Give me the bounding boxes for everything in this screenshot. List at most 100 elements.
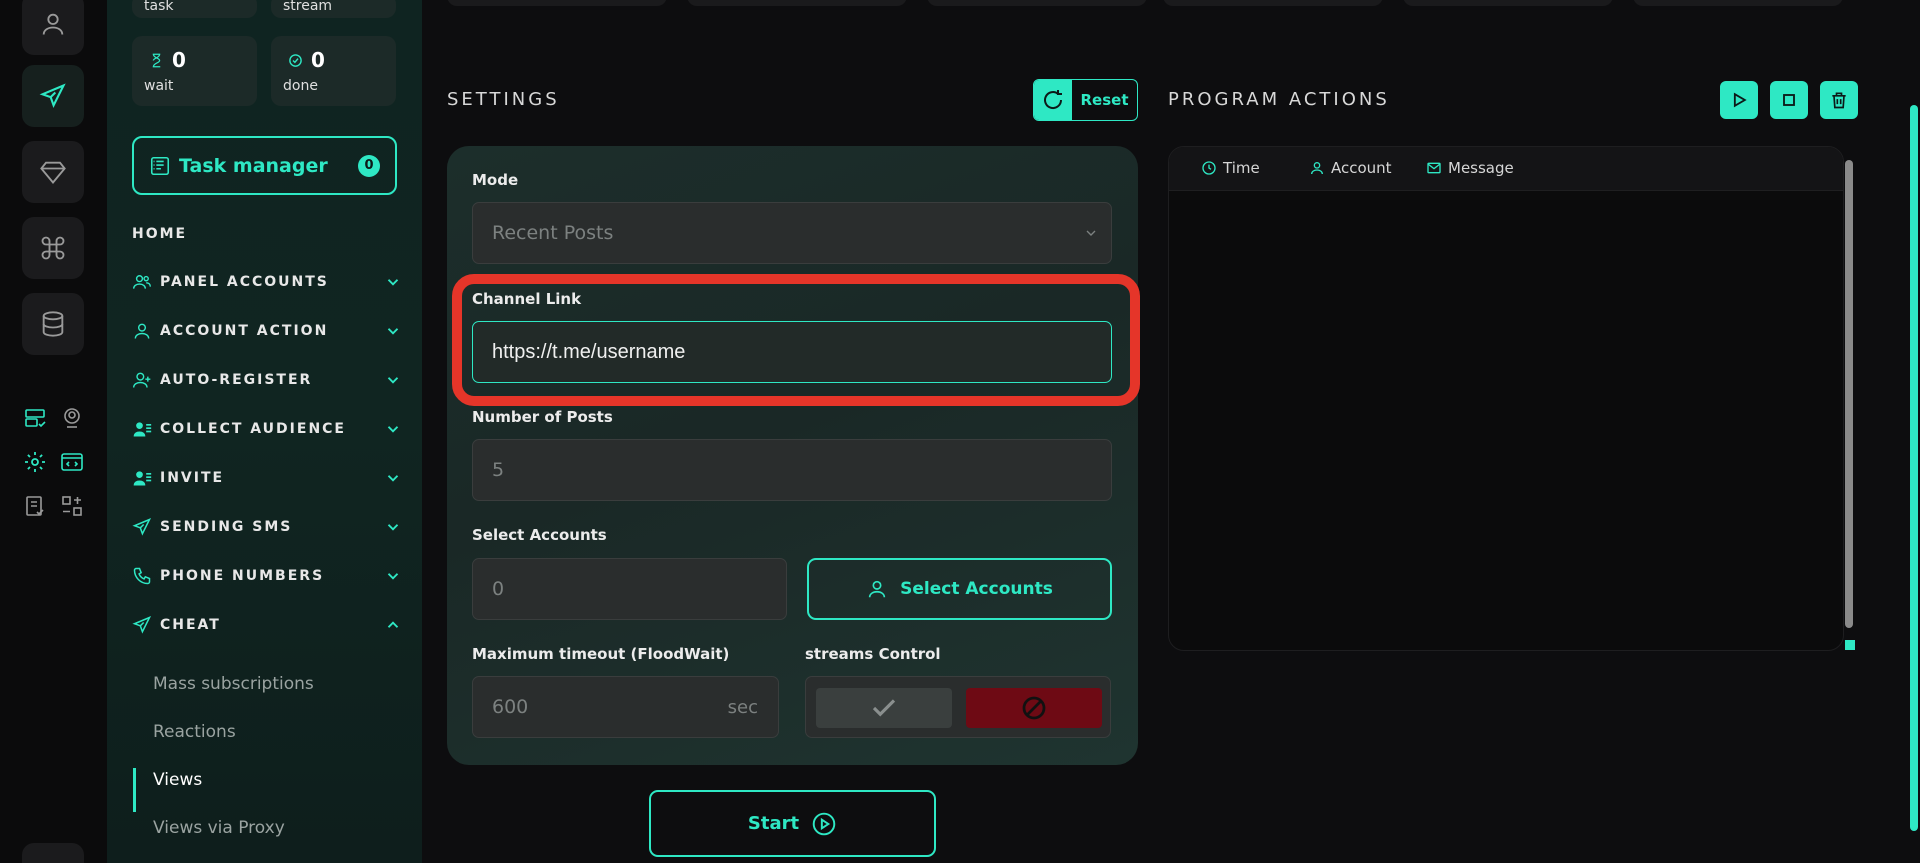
nav-label: ACCOUNT ACTION — [160, 323, 329, 339]
send-icon — [132, 616, 152, 634]
message-column-label: Message — [1448, 159, 1514, 177]
top-card — [687, 0, 907, 6]
send-rail-button[interactable] — [22, 65, 84, 127]
nav-account-action[interactable]: ACCOUNT ACTION — [132, 316, 402, 346]
time-column[interactable]: Time — [1201, 159, 1260, 177]
log-header: Time Account Message — [1169, 147, 1843, 191]
program-actions-log[interactable]: Time Account Message — [1168, 146, 1844, 651]
streams-disable-button[interactable] — [966, 688, 1102, 728]
program-actions-title: PROGRAM ACTIONS — [1168, 89, 1390, 110]
timeout-input[interactable]: 600 sec — [472, 676, 779, 738]
subnav-reactions[interactable]: Reactions — [153, 722, 236, 742]
chevron-down-icon — [387, 328, 399, 335]
nav-home[interactable]: HOME — [132, 226, 187, 242]
nav-phone-numbers[interactable]: PHONE NUMBERS — [132, 561, 402, 591]
mail-icon — [1427, 162, 1441, 174]
channel-link-label: Channel Link — [472, 290, 582, 308]
wait-stat: 0 wait — [132, 36, 257, 106]
task-manager-label: Task manager — [179, 154, 328, 177]
gear-icon[interactable] — [22, 449, 48, 475]
user-icon — [134, 323, 150, 339]
select-accounts-button[interactable]: Select Accounts — [807, 558, 1112, 620]
wait-stat-value: 0 — [172, 48, 186, 72]
account-column-label: Account — [1331, 159, 1392, 177]
grid-icon[interactable] — [59, 493, 85, 519]
done-stat: 0 done — [271, 36, 396, 106]
checklist-icon[interactable] — [22, 493, 48, 519]
top-card — [1163, 0, 1383, 6]
stream-stat-label: stream — [283, 0, 333, 14]
resize-handle[interactable] — [1845, 640, 1855, 650]
send-icon — [39, 83, 66, 109]
reset-button[interactable]: Reset — [1033, 79, 1138, 121]
database-rail-button[interactable] — [22, 293, 84, 355]
accounts-count-placeholder: 0 — [492, 578, 505, 600]
task-board-icon — [150, 156, 170, 175]
play-button[interactable] — [1720, 81, 1758, 119]
account-column[interactable]: Account — [1309, 159, 1392, 177]
rail-bottom-button[interactable] — [22, 843, 84, 863]
user-list-icon — [133, 422, 152, 437]
nav-label: PHONE NUMBERS — [160, 568, 325, 584]
start-button[interactable]: Start — [649, 790, 936, 857]
clear-log-button[interactable] — [1820, 81, 1858, 119]
database-icon — [42, 311, 64, 337]
done-stat-label: done — [283, 78, 318, 94]
stream-stat: stream — [271, 0, 396, 18]
message-column[interactable]: Message — [1426, 159, 1514, 177]
posts-placeholder: 5 — [492, 459, 505, 481]
icon-rail — [0, 0, 107, 863]
timeout-unit: sec — [727, 697, 758, 718]
check-icon — [872, 699, 896, 717]
top-card — [1633, 0, 1843, 6]
stop-button[interactable] — [1770, 81, 1808, 119]
user-icon — [1311, 162, 1323, 175]
time-column-label: Time — [1223, 159, 1260, 177]
chevron-down-icon — [387, 475, 399, 482]
channel-link-input[interactable]: https://t.me/username — [472, 321, 1112, 383]
nav-label: AUTO-REGISTER — [160, 372, 313, 388]
page-scrollbar[interactable] — [1910, 105, 1918, 831]
start-button-label: Start — [747, 813, 800, 834]
wait-stat-label: wait — [144, 78, 174, 94]
nav-sending-sms[interactable]: SENDING SMS — [132, 512, 402, 542]
nav-invite[interactable]: INVITE — [132, 463, 402, 493]
accounts-count-input[interactable]: 0 — [472, 558, 787, 620]
task-manager-button[interactable]: Task manager 0 — [132, 136, 397, 195]
play-icon — [1733, 92, 1747, 108]
check-circle-icon — [289, 53, 302, 67]
mode-select[interactable]: Recent Posts — [472, 202, 1112, 264]
profile-rail-button[interactable] — [22, 0, 84, 55]
clock-icon — [1202, 161, 1216, 175]
nav-panel-accounts[interactable]: PANEL ACCOUNTS — [132, 267, 402, 297]
task-stat: task — [132, 0, 257, 18]
command-rail-button[interactable] — [22, 217, 84, 279]
reset-label: Reset — [1080, 91, 1129, 109]
users-icon — [132, 275, 152, 289]
user-circle-icon[interactable] — [59, 405, 85, 431]
top-card — [447, 0, 667, 6]
subnav-views-via-proxy[interactable]: Views via Proxy — [153, 818, 285, 838]
nav-label: PANEL ACCOUNTS — [160, 274, 329, 290]
task-count-badge: 0 — [358, 154, 380, 177]
posts-input[interactable]: 5 — [472, 439, 1112, 501]
nav-collect-audience[interactable]: COLLECT AUDIENCE — [132, 414, 402, 444]
hourglass-icon — [152, 53, 161, 67]
stop-icon — [1783, 94, 1795, 106]
subnav-views[interactable]: Views — [153, 770, 202, 790]
command-icon — [41, 236, 65, 260]
send-icon — [132, 518, 152, 536]
subnav-mass-subscriptions[interactable]: Mass subscriptions — [153, 674, 314, 694]
nav-auto-register[interactable]: AUTO-REGISTER — [132, 365, 402, 395]
chevron-down-icon — [387, 377, 399, 384]
streams-control — [805, 676, 1111, 738]
chevron-down-icon — [387, 524, 399, 531]
server-check-icon[interactable] — [22, 405, 48, 431]
nav-label: COLLECT AUDIENCE — [160, 421, 346, 437]
log-scrollbar[interactable] — [1845, 160, 1853, 628]
select-accounts-button-label: Select Accounts — [900, 579, 1053, 599]
streams-enable-button[interactable] — [816, 688, 952, 728]
nav-cheat[interactable]: CHEAT — [132, 610, 402, 640]
code-window-icon[interactable] — [59, 449, 85, 475]
diamond-rail-button[interactable] — [22, 141, 84, 203]
